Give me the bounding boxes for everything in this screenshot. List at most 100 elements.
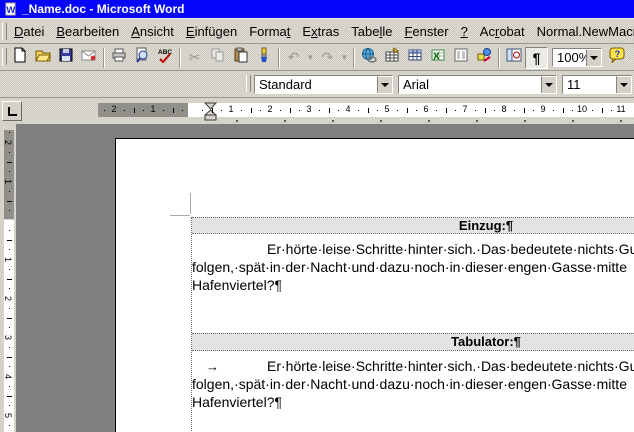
- h-ruler-tick: [552, 110, 554, 111]
- h-ruler-tick: [338, 110, 340, 111]
- insert-excel-sheet-button[interactable]: X: [426, 47, 449, 69]
- tables-and-borders-button[interactable]: [380, 47, 403, 69]
- undo-dropdown-button[interactable]: ▼: [305, 47, 316, 69]
- menu-item-tabelle[interactable]: Tabelle: [345, 21, 398, 42]
- format-painter-button[interactable]: [252, 47, 275, 69]
- page[interactable]: Einzug:¶ Er·hörte·leise·Schritte·hinter·…: [115, 138, 634, 432]
- h-ruler-number: 10: [576, 104, 588, 114]
- help-button[interactable]: ?: [605, 47, 628, 69]
- section-heading-einzug[interactable]: Einzug:¶: [192, 217, 634, 234]
- h-ruler-number: 2: [267, 104, 273, 114]
- menu-item-ansicht[interactable]: Ansicht: [125, 21, 180, 42]
- text-line[interactable]: Hafenviertel?¶: [192, 276, 634, 294]
- h-ruler[interactable]: 2 1 1 2 3 4 5 6 7 8 9 10 11: [24, 101, 634, 121]
- menu-item-normal-newmacros-auf5[interactable]: Normal.NewMacros.auf5: [531, 21, 634, 42]
- formatting-toolbar-grip[interactable]: [246, 75, 251, 92]
- menu-item-extras[interactable]: Extras: [296, 21, 345, 42]
- print-preview-button[interactable]: [130, 47, 153, 69]
- help-balloon-icon: ?: [609, 47, 625, 68]
- font-size-combobox[interactable]: 11: [562, 75, 632, 94]
- standard-toolbar: ABC ✂ ↶ ▼ ↷ ▼ X ¶ 100%: [0, 43, 634, 70]
- text-line[interactable]: folgen,·spät·in·der·Nacht·und·dazu·noch·…: [192, 258, 634, 276]
- text-line[interactable]: Er·hörte·leise·Schritte·hinter·sich.·Das…: [192, 240, 634, 258]
- save-button[interactable]: [54, 47, 77, 69]
- print-button[interactable]: [107, 47, 130, 69]
- section-tabulator-lines[interactable]: → Er·hörte·leise·Schritte·hinter·sich.·Da…: [192, 357, 634, 411]
- title-bar[interactable]: W _Name.doc - Microsoft Word: [0, 0, 634, 18]
- font-value: Arial: [403, 77, 430, 92]
- columns-button[interactable]: [449, 47, 472, 69]
- v-ruler-tick: [9, 405, 10, 407]
- h-ruler-tick: [357, 110, 359, 111]
- cut-button[interactable]: ✂: [183, 47, 206, 69]
- font-size-dropdown-button[interactable]: [616, 76, 631, 93]
- new-document-button[interactable]: [8, 47, 31, 69]
- menu-item-format[interactable]: Format: [243, 21, 296, 42]
- style-dropdown-button[interactable]: [377, 76, 392, 93]
- default-tab-stop-mark: [236, 120, 238, 122]
- h-ruler-tick: [406, 108, 408, 113]
- v-ruler[interactable]: 2 1 1 2 3 4 5: [2, 126, 16, 432]
- font-combobox[interactable]: Arial: [398, 75, 557, 94]
- open-button[interactable]: [31, 47, 54, 69]
- default-tab-stop-mark: [476, 120, 478, 122]
- menu-item-fenster[interactable]: Fenster: [398, 21, 454, 42]
- v-ruler-tick: [9, 327, 10, 329]
- redo-button[interactable]: ↷: [316, 47, 339, 69]
- text-boundary-corner-mark: [170, 215, 190, 216]
- copy-button[interactable]: [206, 47, 229, 69]
- menu-item-acrobat[interactable]: Acrobat: [474, 21, 531, 42]
- h-ruler-tick: [123, 110, 125, 111]
- menu-bar-grip[interactable]: [2, 23, 7, 40]
- redo-dropdown-button[interactable]: ▼: [339, 47, 350, 69]
- font-dropdown-button[interactable]: [541, 76, 556, 93]
- zoom-combobox[interactable]: 100%: [552, 48, 602, 67]
- text-line[interactable]: Hafenviertel?¶: [192, 393, 634, 411]
- undo-button[interactable]: ↶: [282, 47, 305, 69]
- drawing-shapes-icon: [476, 47, 492, 68]
- tab-alignment-selector-button[interactable]: [2, 101, 22, 121]
- spelling-button[interactable]: ABC: [153, 47, 176, 69]
- menu-item-bearbeiten[interactable]: Bearbeiten: [50, 21, 125, 42]
- left-tab-icon: [7, 106, 17, 116]
- menu-item-datei[interactable]: Datei: [8, 21, 50, 42]
- default-tab-stop-mark: [332, 120, 334, 122]
- paste-button[interactable]: [229, 47, 252, 69]
- font-size-value: 11: [567, 77, 581, 92]
- line-text: folgen,·spät·in·der·Nacht·und·dazu·noch·…: [192, 376, 627, 392]
- standard-toolbar-grip[interactable]: [2, 48, 7, 65]
- section-einzug-lines[interactable]: Er·hörte·leise·Schritte·hinter·sich.·Das…: [192, 240, 634, 294]
- h-ruler-tick: [299, 110, 301, 111]
- line-text: Er·hörte·leise·Schritte·hinter·sich.·Das…: [267, 241, 634, 257]
- show-hide-paragraph-button[interactable]: ¶: [525, 46, 548, 69]
- section-heading-tabulator[interactable]: Tabulator:¶: [192, 333, 634, 351]
- text-line[interactable]: folgen,·spät·in·der·Nacht·und·dazu·noch·…: [192, 375, 634, 393]
- document-map-button[interactable]: [502, 47, 525, 69]
- style-combobox[interactable]: Standard: [254, 75, 393, 94]
- clipboard-icon: [233, 47, 249, 68]
- text-line[interactable]: → Er·hörte·leise·Schritte·hinter·sich.·Da…: [192, 357, 634, 375]
- h-ruler-tick: [133, 108, 135, 113]
- v-ruler-tick: [9, 171, 10, 173]
- table-grid-icon: [407, 47, 423, 68]
- h-ruler-number: 9: [540, 104, 546, 114]
- ruler-row: 2 1 1 2 3 4 5 6 7 8 9 10 11: [0, 97, 634, 124]
- mail-button[interactable]: [77, 47, 100, 69]
- h-ruler-number: 11: [616, 104, 626, 114]
- drawing-button[interactable]: [472, 47, 495, 69]
- v-ruler-tick: [7, 278, 12, 280]
- pilcrow-icon: ¶: [532, 49, 541, 66]
- menu-item-einf-gen[interactable]: Einfügen: [180, 21, 243, 42]
- default-tab-stop-mark: [524, 120, 526, 122]
- chevron-down-icon: ▼: [340, 53, 349, 62]
- zoom-value: 100%: [557, 50, 586, 65]
- menu-bar: Datei Bearbeiten Ansicht Einfügen Format Extr…: [0, 18, 634, 43]
- default-tab-stop-mark: [428, 120, 430, 122]
- formatting-toolbar: Standard Arial 11: [0, 70, 634, 97]
- zoom-dropdown-button[interactable]: [586, 49, 601, 66]
- insert-hyperlink-button[interactable]: [357, 47, 380, 69]
- insert-table-button[interactable]: [403, 47, 426, 69]
- h-ruler-tick: [328, 108, 330, 113]
- menu-item-[interactable]: ?: [455, 21, 474, 42]
- text-boundary-corner-mark: [190, 193, 191, 214]
